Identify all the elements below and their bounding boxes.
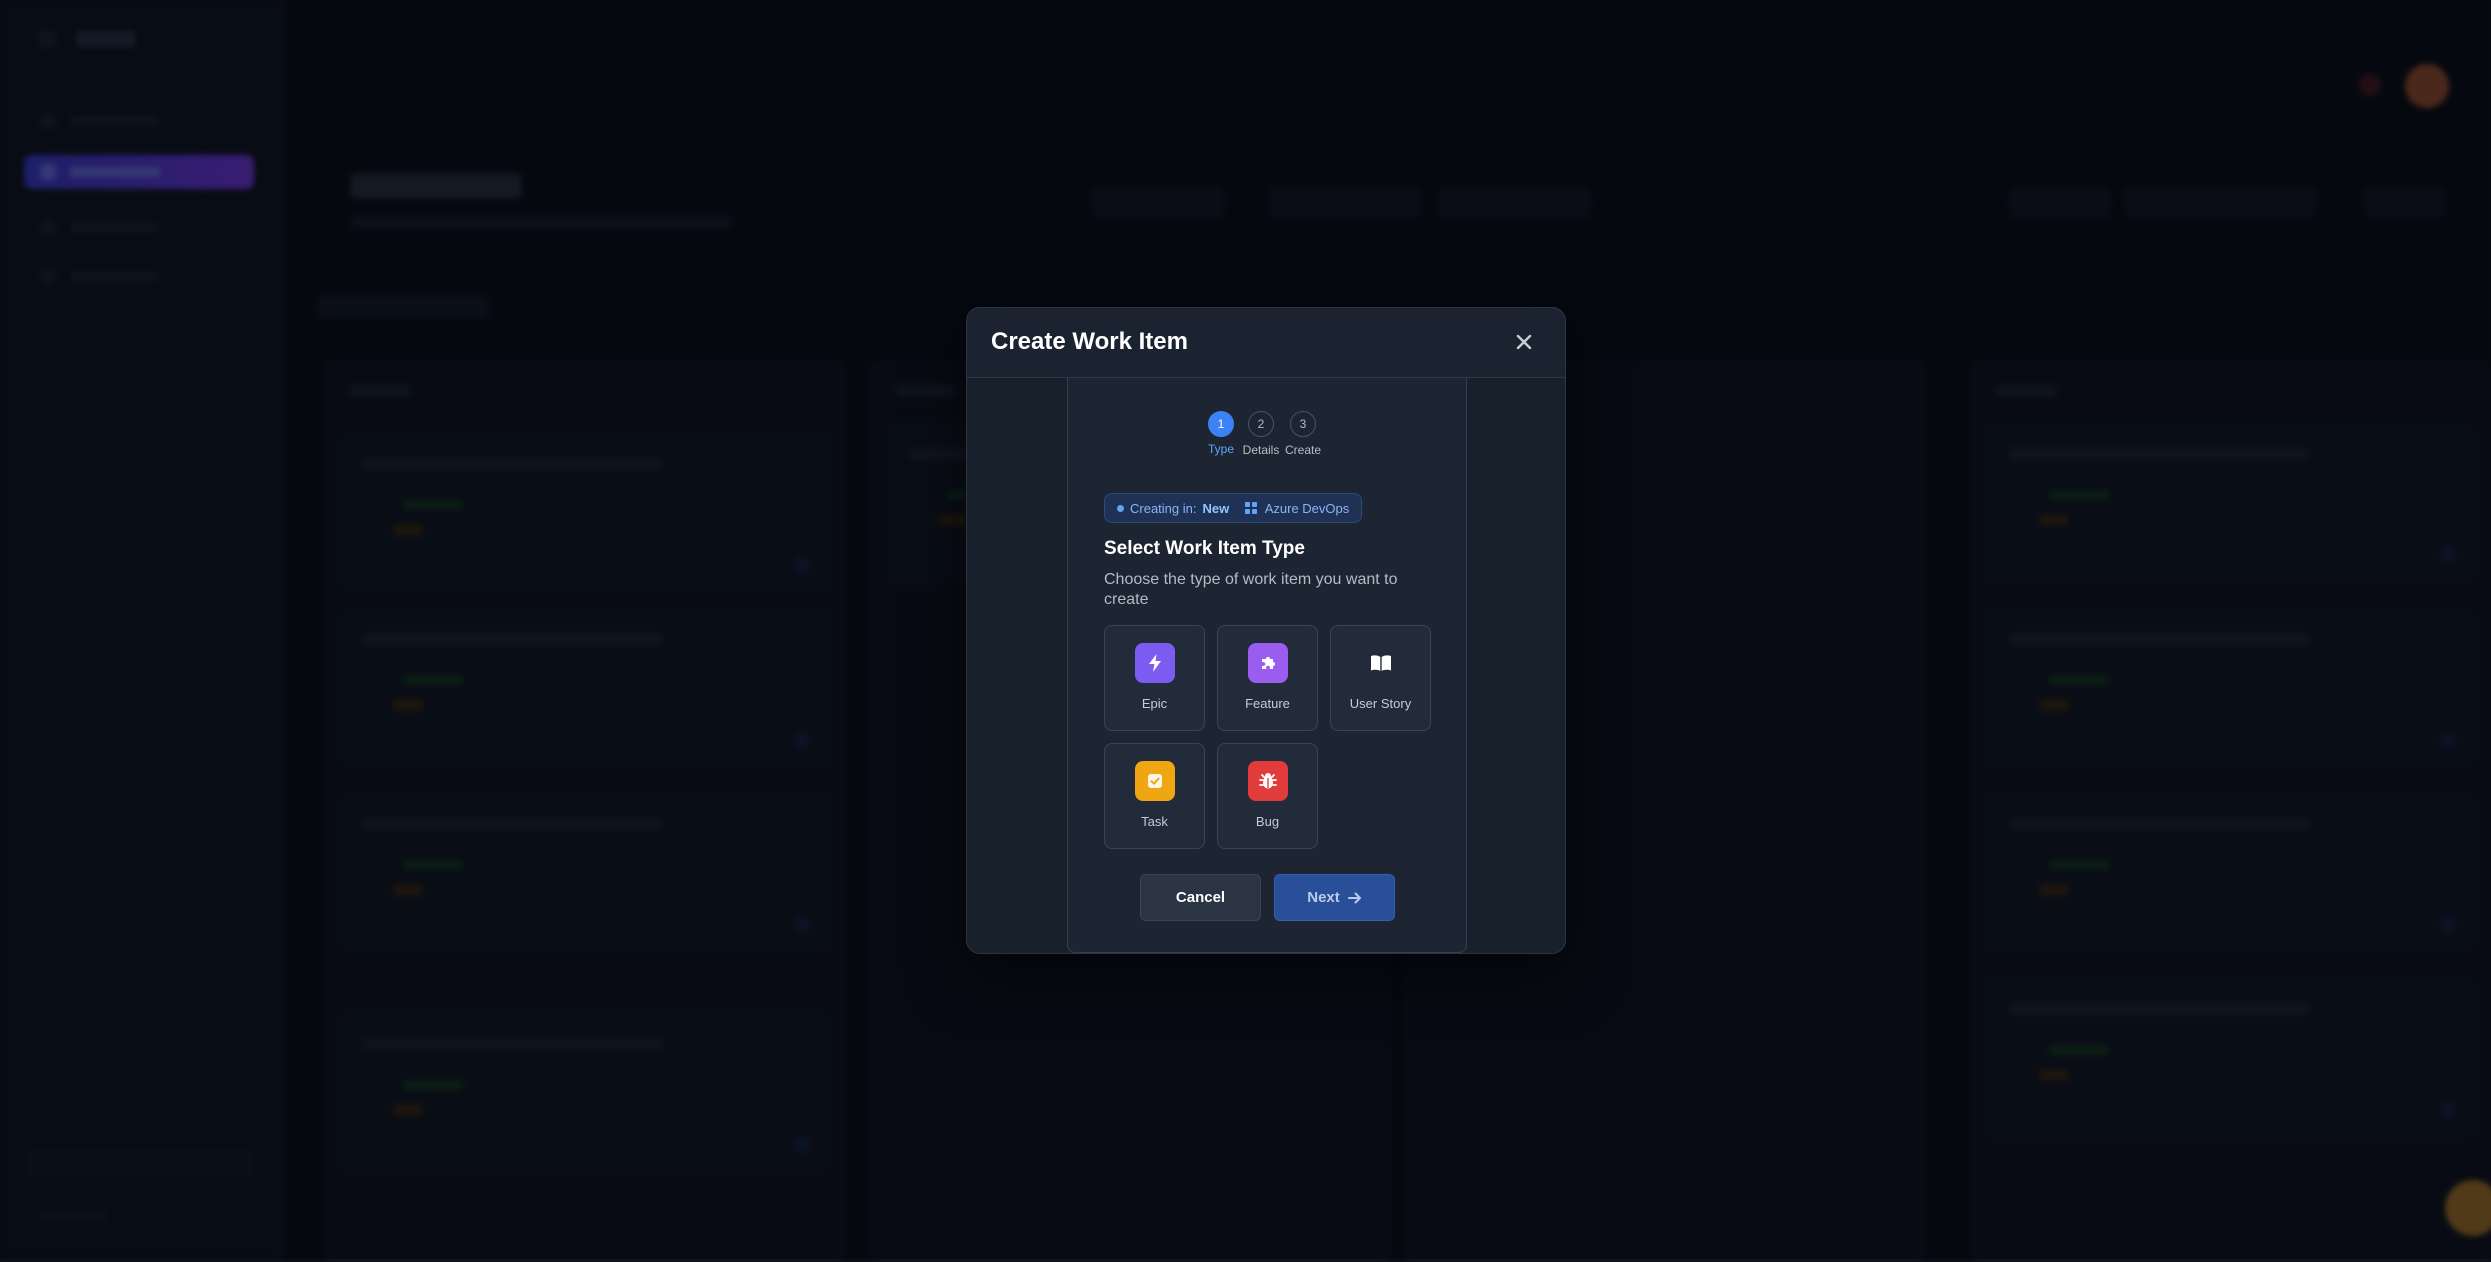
next-button[interactable]: Next: [1274, 874, 1395, 921]
step-create: 3 Create: [1278, 411, 1328, 457]
type-card-epic[interactable]: Epic: [1104, 625, 1205, 731]
next-button-label: Next: [1307, 889, 1340, 906]
puzzle-icon: [1248, 643, 1288, 683]
context-prefix: Creating in:: [1130, 501, 1196, 516]
close-icon: [1515, 333, 1533, 351]
type-label: Epic: [1105, 696, 1204, 711]
section-title: Select Work Item Type: [1104, 538, 1305, 560]
type-card-bug[interactable]: Bug: [1217, 743, 1318, 849]
cancel-button[interactable]: Cancel: [1140, 874, 1261, 921]
step-number: 2: [1248, 411, 1274, 437]
section-subtitle: Choose the type of work item you want to…: [1104, 570, 1444, 610]
type-label: Feature: [1218, 696, 1317, 711]
type-card-user-story[interactable]: User Story: [1330, 625, 1431, 731]
step-number: 3: [1290, 411, 1316, 437]
bug-icon: [1248, 761, 1288, 801]
type-label: Bug: [1218, 814, 1317, 829]
arrow-right-icon: [1348, 892, 1362, 904]
type-label: User Story: [1331, 696, 1430, 711]
wizard-panel: 1 Type 2 Details 3 Create Creating in: N…: [1067, 378, 1467, 953]
type-card-task[interactable]: Task: [1104, 743, 1205, 849]
step-number: 1: [1208, 411, 1234, 437]
modal-header: Create Work Item: [967, 308, 1565, 378]
modal-title: Create Work Item: [991, 328, 1188, 356]
lightning-icon: [1135, 643, 1175, 683]
context-column: New: [1202, 501, 1229, 516]
step-label: Create: [1278, 443, 1328, 457]
checkbox-icon: [1135, 761, 1175, 801]
grid-icon: [1245, 502, 1257, 514]
book-icon: [1361, 643, 1401, 683]
status-dot-icon: [1117, 505, 1124, 512]
context-provider: Azure DevOps: [1265, 501, 1350, 516]
create-work-item-modal: Create Work Item 1 Type 2 Details 3 Crea…: [966, 307, 1566, 954]
type-card-feature[interactable]: Feature: [1217, 625, 1318, 731]
modal-body: 1 Type 2 Details 3 Create Creating in: N…: [967, 378, 1565, 953]
type-label: Task: [1105, 814, 1204, 829]
close-button[interactable]: [1511, 328, 1537, 356]
context-badge: Creating in: New Azure DevOps: [1104, 493, 1362, 523]
